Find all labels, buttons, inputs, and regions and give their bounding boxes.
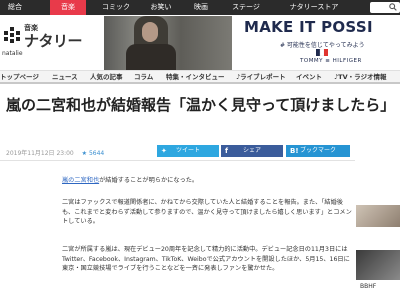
nav-item-popular[interactable]: 人気の記事	[90, 71, 123, 83]
artist-link[interactable]: 嵐の二宮和也	[62, 177, 99, 184]
twitter-share-button[interactable]: ✦ ツイート	[157, 145, 219, 157]
nav-item-feature[interactable]: 特集・インタビュー	[166, 71, 225, 83]
article-title: 嵐の二宮和也が結婚報告「温かく見守って頂けましたら」	[6, 96, 396, 114]
side-thumbnail-label[interactable]: BBHF	[360, 283, 376, 290]
divider	[0, 160, 355, 161]
category-bar: 総合 音楽 コミック お笑い 映画 ステージ ナタリーストア	[0, 0, 400, 15]
category-tab-stage[interactable]: ステージ	[226, 0, 266, 15]
article-meta: 2019年11月12日 23:00 ★ 5644	[6, 148, 104, 157]
category-tab-music[interactable]: 音楽	[50, 0, 86, 15]
nav-item-news[interactable]: ニュース	[52, 71, 78, 83]
nav-item-live-report[interactable]: ♪ライブレポート	[236, 71, 286, 83]
category-tab-movie[interactable]: 映画	[186, 0, 216, 15]
main-nav: トップページ ニュース 人気の記事 コラム 特集・インタビュー ♪ライブレポート…	[0, 70, 400, 84]
site-logo[interactable]: 音楽 ナタリー natalie	[2, 22, 97, 62]
ad-headline: MAKE IT POSSI	[244, 18, 373, 36]
search-box[interactable]	[370, 2, 400, 13]
tommy-flag-icon	[316, 49, 328, 56]
category-tab-store[interactable]: ナタリーストア	[282, 0, 346, 15]
ad-banner-photo[interactable]	[104, 16, 232, 70]
nav-item-tv-radio[interactable]: ♪TV・ラジオ情報	[334, 71, 386, 83]
nav-item-top[interactable]: トップページ	[0, 71, 39, 83]
facebook-share-label: シェア	[242, 147, 261, 154]
ad-model-coat	[126, 44, 176, 70]
hatena-bookmark-label: ブックマーク	[299, 147, 336, 154]
side-thumbnail-1[interactable]	[356, 205, 400, 227]
ad-brand: TOMMY ≡ HILFIGER	[300, 58, 362, 64]
ad-banner-copy[interactable]: MAKE IT POSSI # 可能性を信じてやってみよう TOMMY ≡ HI…	[236, 16, 400, 70]
nav-item-column[interactable]: コラム	[134, 71, 153, 83]
article-paragraph-3: 二宮が所属する嵐は、現在デビュー20周年を記念して精力的に活動中。デビュー記念日…	[62, 246, 350, 272]
logo-wordmark: ナタリー	[24, 32, 83, 50]
category-tab-general[interactable]: 総合	[0, 0, 30, 15]
hatena-bookmark-button[interactable]: B! ブックマーク	[286, 145, 350, 157]
article-date: 2019年11月12日 23:00	[6, 150, 74, 157]
article-paragraph-1: 嵐の二宮和也が結婚することが明らかになった。	[62, 176, 352, 186]
side-thumbnail-2[interactable]	[356, 250, 400, 280]
facebook-share-button[interactable]: f シェア	[221, 145, 283, 157]
ad-tagline: # 可能性を信じてやってみよう	[280, 42, 365, 49]
logo-english: natalie	[2, 50, 23, 57]
ad-model-face	[142, 22, 158, 42]
nav-item-event[interactable]: イベント	[296, 71, 322, 83]
twitter-share-label: ツイート	[175, 147, 200, 154]
natalie-logo-icon	[4, 27, 20, 43]
search-icon[interactable]	[389, 3, 397, 11]
article-paragraph-1-text: が結婚することが明らかになった。	[99, 177, 199, 184]
article-paragraph-2: 二宮はファックスで報道関係者に、かねてから交際していた人と結婚することを報告。ま…	[62, 199, 352, 225]
article-star-count[interactable]: ★ 5644	[82, 150, 105, 157]
category-tab-comic[interactable]: コミック	[96, 0, 136, 15]
category-tab-owarai[interactable]: お笑い	[146, 0, 176, 15]
